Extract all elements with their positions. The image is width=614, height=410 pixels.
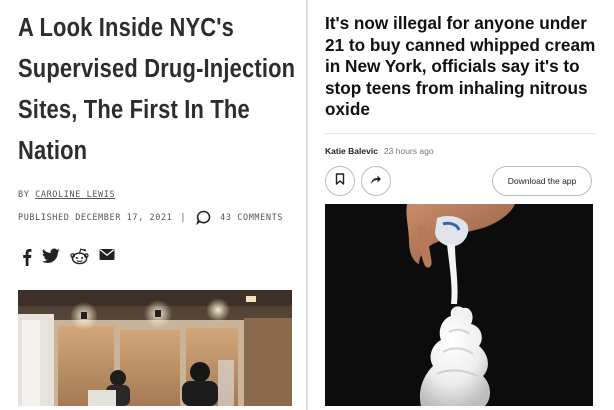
bookmark-icon bbox=[335, 172, 345, 190]
twitter-icon[interactable] bbox=[42, 248, 60, 266]
email-icon[interactable] bbox=[99, 248, 115, 266]
download-app-button[interactable]: Download the app bbox=[492, 166, 592, 196]
left-article-headline[interactable]: A Look Inside NYC's Supervised Drug-Inje… bbox=[18, 8, 302, 172]
byline-prefix: BY bbox=[18, 190, 30, 200]
left-article-panel: A Look Inside NYC's Supervised Drug-Inje… bbox=[0, 0, 307, 410]
action-row bbox=[325, 166, 391, 196]
post-time: 23 hours ago bbox=[383, 146, 434, 156]
meta-separator: | bbox=[180, 212, 187, 223]
author-name[interactable]: Katie Balevic bbox=[325, 146, 378, 156]
reddit-icon[interactable] bbox=[70, 248, 89, 266]
headline-divider bbox=[325, 133, 595, 134]
right-article-panel: It's now illegal for anyone under 21 to … bbox=[308, 0, 614, 410]
whipped-cream-photo bbox=[325, 204, 593, 406]
comment-bubble-icon[interactable] bbox=[196, 210, 211, 226]
author-link[interactable]: CAROLINE LEWIS bbox=[35, 190, 115, 200]
published-prefix: PUBLISHED bbox=[18, 212, 70, 223]
author-row: Katie Balevic 23 hours ago bbox=[325, 146, 434, 156]
share-button[interactable] bbox=[361, 166, 391, 196]
facebook-icon[interactable] bbox=[22, 248, 32, 266]
share-arrow-icon bbox=[370, 172, 382, 190]
comments-count[interactable]: 43 COMMENTS bbox=[220, 213, 283, 223]
injection-booths-photo bbox=[18, 290, 292, 406]
right-article-headline[interactable]: It's now illegal for anyone under 21 to … bbox=[325, 13, 605, 121]
share-row bbox=[22, 248, 115, 266]
bookmark-button[interactable] bbox=[325, 166, 355, 196]
byline: BY CAROLINE LEWIS bbox=[18, 190, 115, 200]
published-date: DECEMBER 17, 2021 bbox=[75, 212, 173, 223]
published-line: PUBLISHED DECEMBER 17, 2021 | 43 COMMENT… bbox=[18, 210, 283, 226]
